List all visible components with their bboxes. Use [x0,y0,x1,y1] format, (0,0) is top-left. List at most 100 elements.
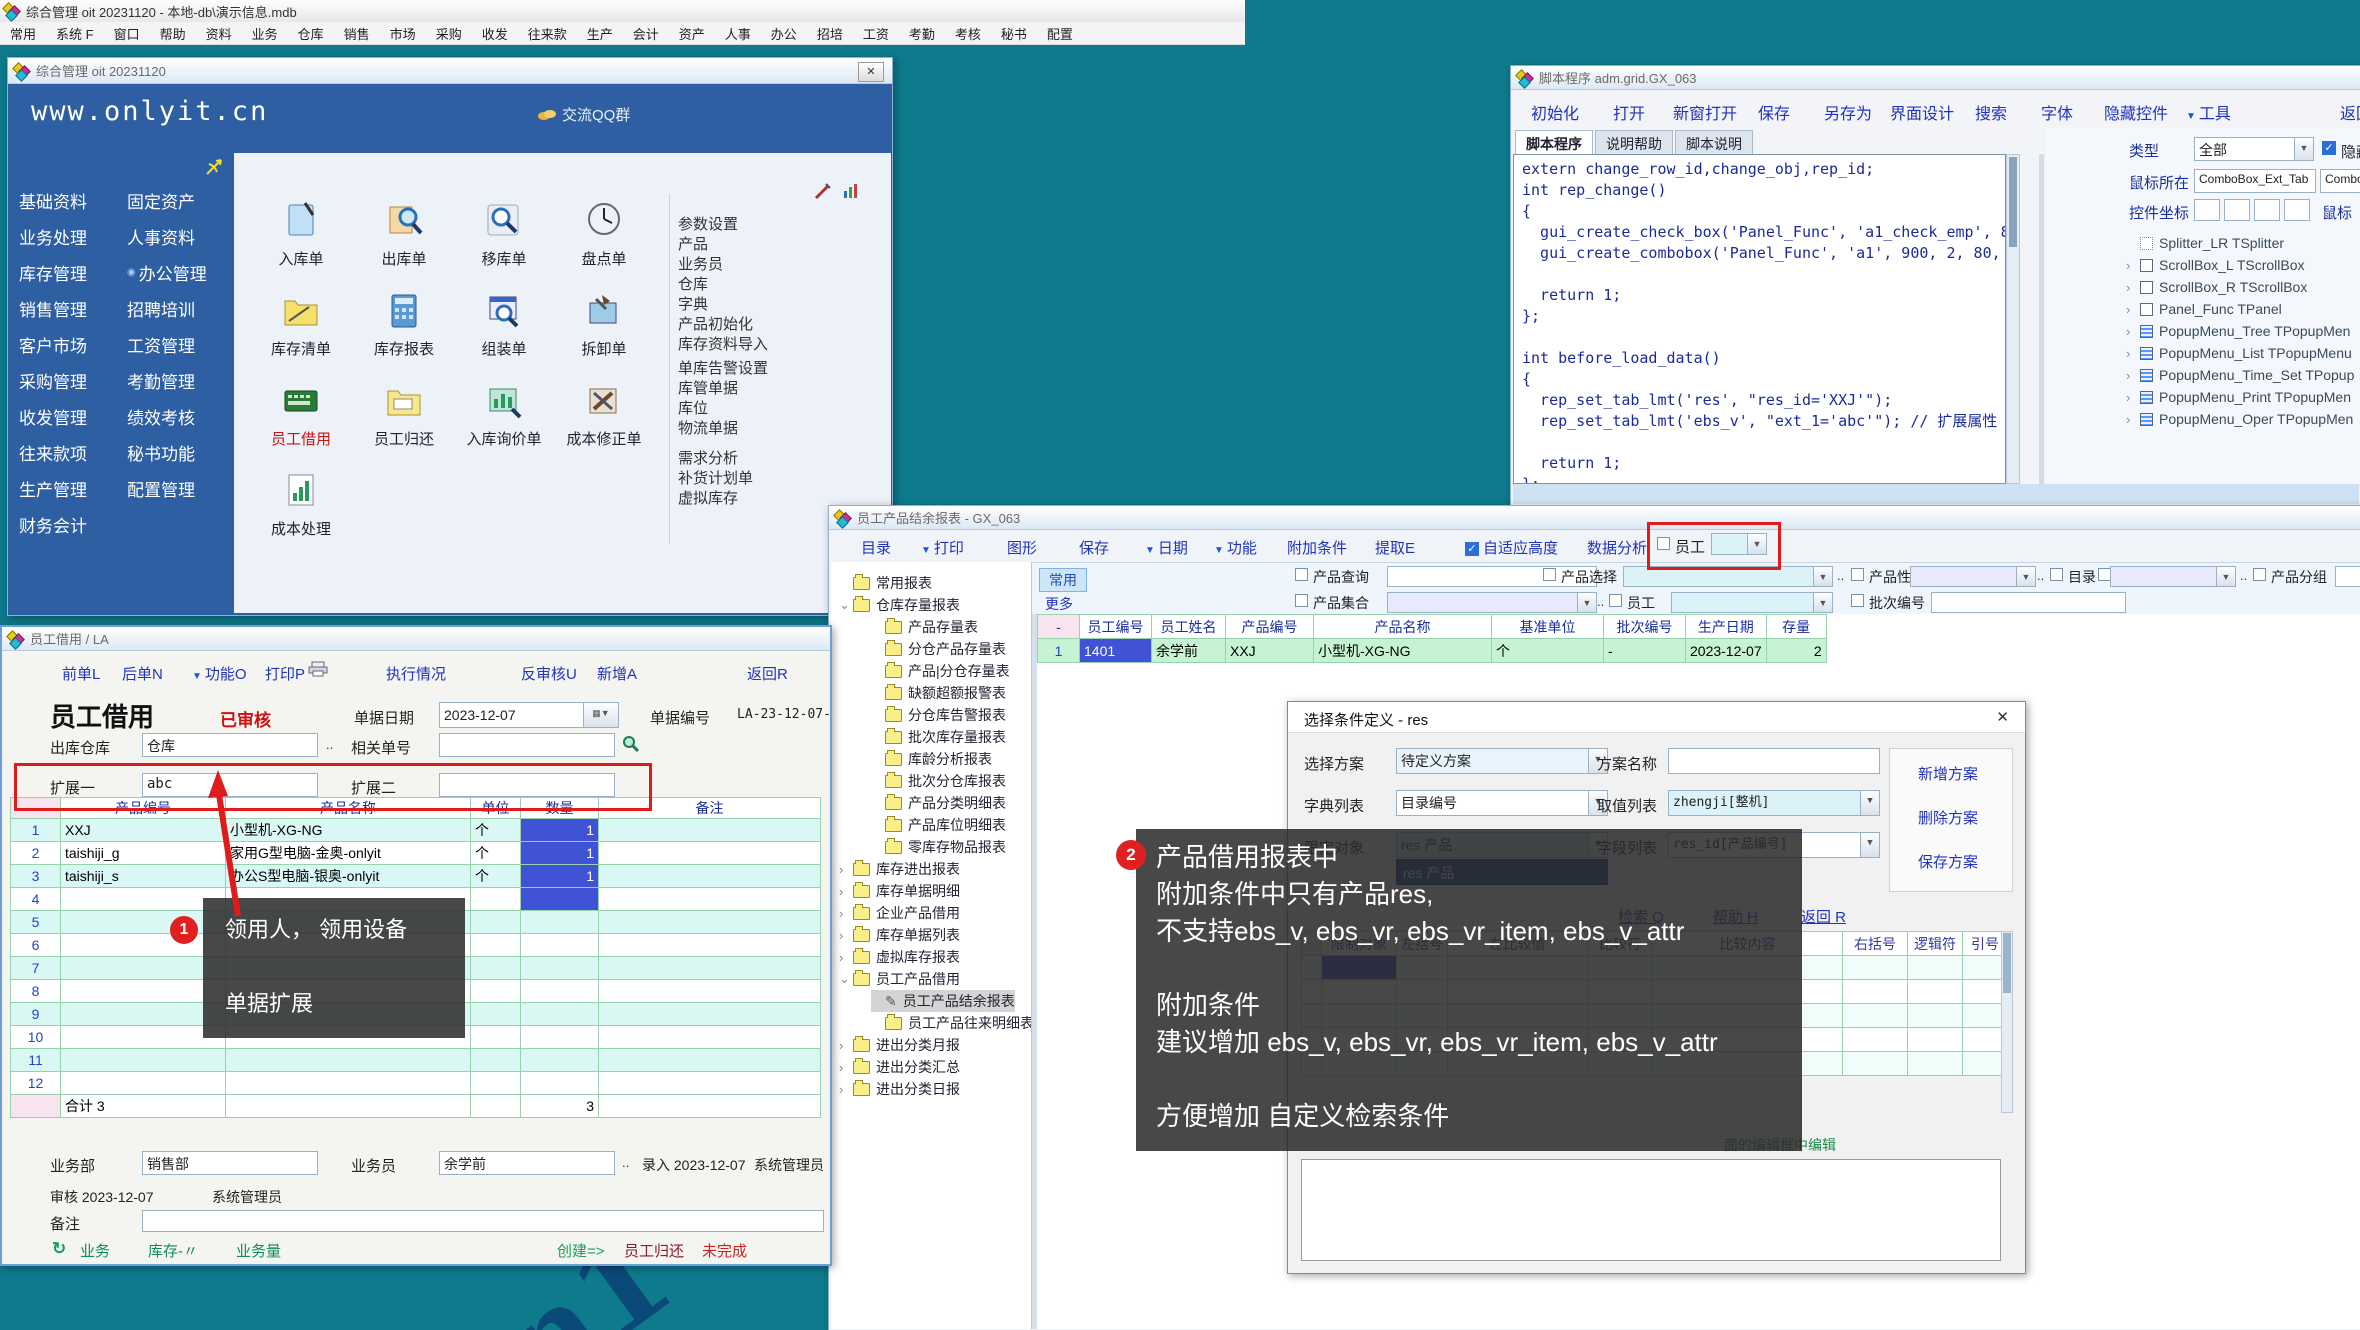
portal-link-需求分析[interactable]: 需求分析 [678,447,738,468]
menu-item-1[interactable]: 系统 F [46,24,104,43]
warehouse-field[interactable]: 仓库 [142,733,318,757]
cell[interactable] [599,934,821,957]
report-tree-item-员工产品结余报表[interactable]: ✎员工产品结余报表 [871,990,1015,1012]
cell[interactable] [471,888,521,911]
table-row[interactable]: 1XXJ小型机-XG-NG个1 [11,819,821,842]
cell[interactable] [599,865,821,888]
cell[interactable]: 3 [11,865,61,888]
menu-item-22[interactable]: 配置 [1037,24,1083,43]
目录-field[interactable]: ▼ [2110,566,2236,587]
report-toolbar-打印[interactable]: ▼打印 [921,537,964,558]
cell[interactable]: 8 [11,980,61,1003]
script-toolbar-初始化[interactable]: 初始化 [1531,100,1579,124]
批次编号-field[interactable] [1931,592,2126,613]
grid-column-8[interactable]: 存量 [1766,615,1826,639]
table-row[interactable]: 12 [11,1072,821,1095]
code-editor[interactable]: extern change_row_id,change_obj,rep_id; … [1513,154,2006,484]
chevron-down-icon[interactable]: ▼ [2216,567,2235,586]
menu-item-14[interactable]: 资产 [669,24,715,43]
report-tree-item-虚拟库存报表[interactable]: ›虚拟库存报表 [839,946,960,968]
grid-cell[interactable]: 余学前 [1152,639,1226,663]
report-toolbar-附加条件[interactable]: 附加条件 [1287,537,1347,558]
cell[interactable]: 4 [11,888,61,911]
产品选择-checkbox[interactable] [1543,568,1556,581]
cell[interactable] [471,911,521,934]
cell[interactable]: 11 [11,1049,61,1072]
grid-column-7[interactable]: 生产日期 [1686,615,1767,639]
cell[interactable] [61,957,226,980]
portal-close-button[interactable]: ✕ [858,62,884,82]
coord-field-2[interactable] [2224,199,2250,221]
expand-icon[interactable]: › [839,950,853,965]
expand-icon[interactable]: › [839,862,853,877]
condition-cell[interactable] [1908,1028,1963,1052]
expand-icon[interactable]: › [839,906,853,921]
grid-column-0[interactable]: - [1038,615,1080,639]
menu-item-9[interactable]: 采购 [426,24,472,43]
保存方案-button[interactable]: 保存方案 [1918,851,1978,872]
cell[interactable] [599,1026,821,1049]
value-list-combo[interactable]: zhengji[整机]▼ [1668,790,1880,816]
cell[interactable] [471,1026,521,1049]
report-tree-item-批次分仓库报表[interactable]: 批次分仓库报表 [871,770,1006,792]
clerk-more[interactable]: .. [622,1155,629,1170]
menu-item-6[interactable]: 仓库 [288,24,334,43]
related-field[interactable] [439,733,615,757]
borrow-toolbar-功能O[interactable]: ▼功能O [192,663,247,684]
cell[interactable] [226,1049,471,1072]
report-tree-item-库存单据列表[interactable]: ›库存单据列表 [839,924,960,946]
cell[interactable] [471,957,521,980]
panel-divider[interactable] [2039,154,2044,484]
cell[interactable] [599,819,821,842]
cell[interactable] [471,980,521,1003]
report-tree-item-分仓产品存量表[interactable]: 分仓产品存量表 [871,638,1006,660]
report-tree-item-分仓库告警报表[interactable]: 分仓库告警报表 [871,704,1006,726]
condition-cell[interactable] [1843,1028,1908,1052]
menu-item-0[interactable]: 常用 [0,24,46,43]
grid-cell[interactable]: 2023-12-07 [1686,639,1767,663]
menu-item-12[interactable]: 生产 [577,24,623,43]
cell[interactable] [521,888,599,911]
date-field[interactable]: 2023-12-07 ▦▼ [439,702,619,728]
coord-field-4[interactable] [2284,199,2310,221]
cell[interactable] [521,1003,599,1026]
cell[interactable]: 12 [11,1072,61,1095]
condition-cell[interactable] [1843,980,1908,1004]
table-row[interactable]: 11 [11,1049,821,1072]
portal-link-产品初始化[interactable]: 产品初始化 [678,313,753,334]
cell[interactable] [61,980,226,1003]
cell[interactable] [521,957,599,980]
expand-icon[interactable]: › [2126,258,2140,273]
cell[interactable] [521,1049,599,1072]
grid-cell[interactable]: 1401 [1080,639,1152,663]
portal-link-库存资料导入[interactable]: 库存资料导入 [678,333,768,354]
grid-cell[interactable]: 个 [1492,639,1604,663]
script-toolbar-另存为[interactable]: 另存为 [1824,100,1872,124]
coord-field-3[interactable] [2254,199,2280,221]
bottom-tab-1[interactable]: 库存-〃 [148,1243,198,1260]
cell[interactable] [61,1003,226,1026]
control-tree-item-2[interactable]: ›ScrollBox_R TScrollBox [2126,276,2307,298]
report-tree-item-产品库位明细表[interactable]: 产品库位明细表 [871,814,1006,836]
cell[interactable] [599,1049,821,1072]
新增方案-button[interactable]: 新增方案 [1918,763,1978,784]
script-toolbar-界面设计[interactable]: 界面设计 [1890,100,1954,124]
expand-icon[interactable]: ⌄ [839,971,853,987]
report-tree-item-进出分类月报[interactable]: ›进出分类月报 [839,1034,960,1056]
report-toolbar-数据分析[interactable]: 数据分析 [1587,537,1647,558]
expand-icon[interactable]: ⌄ [839,597,853,613]
control-tree-item-0[interactable]: Splitter_LR TSplitter [2126,232,2284,254]
dots-button[interactable]: .. [1597,594,1604,609]
report-tree-item-产品分类明细表[interactable]: 产品分类明细表 [871,792,1006,814]
chevron-down-icon[interactable]: ▼ [1860,791,1879,815]
report-tree-item-库存单据明细[interactable]: ›库存单据明细 [839,880,960,902]
menu-item-11[interactable]: 往来款 [518,24,577,43]
search-icon[interactable] [622,735,640,753]
menu-item-16[interactable]: 办公 [761,24,807,43]
control-tree-item-6[interactable]: ›PopupMenu_Time_Set TPopup [2126,364,2354,386]
expand-icon[interactable]: › [2126,302,2140,317]
tab-脚本说明[interactable]: 脚本说明 [1675,130,1753,157]
grid-cell[interactable]: 小型机-XG-NG [1314,639,1492,663]
condition-cell[interactable] [1908,980,1963,1004]
expand-icon[interactable]: › [2126,412,2140,427]
